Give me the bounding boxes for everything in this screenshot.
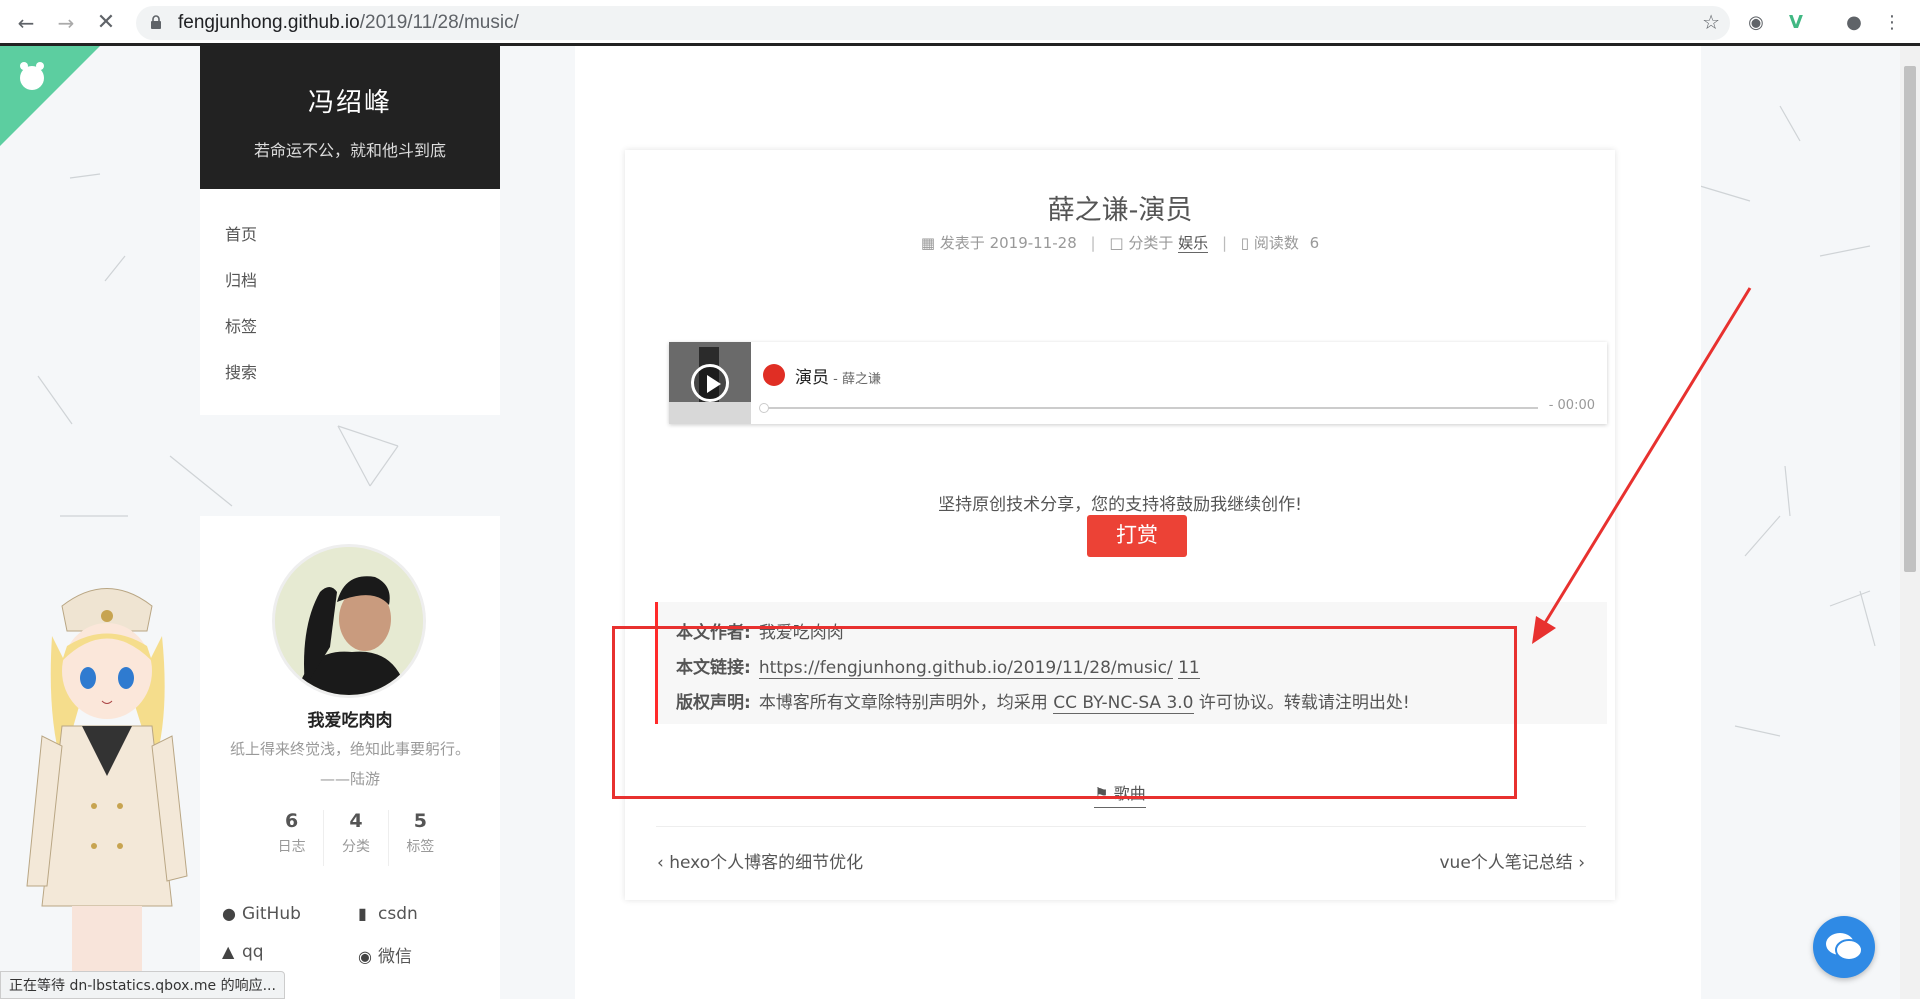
- post-views: 6: [1309, 234, 1320, 252]
- progress-handle[interactable]: [759, 403, 769, 413]
- progress-bar[interactable]: [763, 407, 1538, 409]
- post-footer-divider: [656, 826, 1586, 827]
- post-category-link[interactable]: 娱乐: [1178, 234, 1209, 253]
- github-corner-icon[interactable]: [0, 46, 100, 146]
- page-scrollbar[interactable]: [1900, 46, 1920, 999]
- social-link-github[interactable]: ● GitHub: [222, 904, 301, 924]
- author-motto: 纸上得来终觉浅，绝知此事要躬行。: [229, 740, 470, 758]
- play-time: - 00:00: [1548, 398, 1595, 413]
- profile-icon[interactable]: ●: [1840, 9, 1868, 37]
- author-name: 我爱吃肉肉: [307, 711, 393, 731]
- play-button[interactable]: [691, 364, 729, 402]
- menu-icon[interactable]: ⋮: [1878, 9, 1906, 37]
- menu-item-home[interactable]: 首页: [200, 212, 500, 258]
- site-subtitle: 若命运不公，就和他斗到底: [253, 141, 446, 160]
- reward-text: 坚持原创技术分享，您的支持将鼓励我继续创作!: [938, 495, 1302, 515]
- author-motto-source: ——陆游: [319, 770, 380, 788]
- file-icon: ▯: [1240, 234, 1250, 252]
- prev-post-link[interactable]: ‹ hexo个人博客的细节优化: [657, 848, 863, 873]
- author-profile: 我爱吃肉肉 纸上得来终觉浅，绝知此事要躬行。 ——陆游 6 日志 4 分类 5 …: [200, 516, 500, 999]
- lock-icon: [151, 15, 161, 29]
- music-player: 演员 - 薛之谦 - 00:00: [669, 342, 1607, 424]
- vue-devtools-icon[interactable]: V: [1782, 9, 1810, 37]
- chat-button[interactable]: [1813, 916, 1875, 978]
- url-text: fengjunhong.github.io/2019/11/28/music/: [178, 12, 519, 33]
- stat-tags[interactable]: 5 标签: [387, 810, 452, 866]
- browser-toolbar: ← → ✕ fengjunhong.github.io/2019/11/28/m…: [0, 0, 1920, 46]
- song-info: 演员 - 薛之谦: [795, 368, 881, 388]
- folder-icon: □: [1109, 234, 1124, 252]
- menu-item-tags[interactable]: 标签: [200, 304, 500, 350]
- social-link-qq[interactable]: ▲ qq: [222, 942, 264, 962]
- avatar: [272, 544, 426, 698]
- forward-icon[interactable]: →: [52, 9, 80, 37]
- scrollbar-thumb[interactable]: [1904, 66, 1916, 572]
- social-link-wechat[interactable]: ◉ 微信: [358, 942, 412, 967]
- reward-button[interactable]: 打赏: [1087, 515, 1187, 557]
- stat-posts[interactable]: 6 日志: [260, 810, 323, 866]
- site-title[interactable]: 冯绍峰: [200, 82, 500, 119]
- back-icon[interactable]: ←: [12, 9, 40, 37]
- live2d-mascot[interactable]: [22, 576, 192, 999]
- post-meta: ▦ 发表于 2019-11-28 | □ 分类于 娱乐 | ▯ 阅读数 6: [920, 234, 1320, 253]
- site-stats: 6 日志 4 分类 5 标签: [260, 810, 452, 866]
- calendar-icon: ▦: [920, 234, 935, 252]
- menu-item-archives[interactable]: 归档: [200, 258, 500, 304]
- netease-music-icon: [763, 364, 785, 386]
- extension-icon[interactable]: ◉: [1742, 9, 1770, 37]
- menu-item-search[interactable]: 搜索: [200, 350, 500, 396]
- post-date: 2019-11-28: [989, 234, 1077, 252]
- address-bar[interactable]: fengjunhong.github.io/2019/11/28/music/ …: [136, 6, 1730, 40]
- bookmark-star-icon[interactable]: ☆: [1702, 10, 1720, 34]
- stat-categories[interactable]: 4 分类: [323, 810, 387, 866]
- chat-icon: [1826, 933, 1863, 961]
- chevron-left-icon: ‹: [657, 853, 664, 873]
- social-link-csdn[interactable]: ▮ csdn: [358, 904, 418, 924]
- site-brand[interactable]: 冯绍峰 若命运不公，就和他斗到底: [200, 46, 500, 189]
- annotation-box: [612, 626, 1517, 799]
- post-title: 薛之谦-演员: [1047, 195, 1193, 226]
- wechat-icon: ◉: [358, 947, 372, 966]
- stop-loading-icon[interactable]: ✕: [92, 9, 120, 37]
- book-icon: ▮: [358, 904, 367, 923]
- page-viewport: 冯绍峰 若命运不公，就和他斗到底 首页 归档 标签 搜索 我爱吃肉肉 纸上得来终…: [0, 46, 1920, 999]
- chevron-right-icon: ›: [1578, 853, 1585, 873]
- github-icon: ●: [222, 904, 236, 923]
- qq-icon: ▲: [222, 942, 235, 961]
- site-menu: 首页 归档 标签 搜索: [200, 189, 500, 415]
- album-cover: [669, 342, 751, 424]
- next-post-link[interactable]: vue个人笔记总结 ›: [1439, 848, 1585, 873]
- browser-status-bar: 正在等待 dn-lbstatics.qbox.me 的响应...: [0, 971, 285, 999]
